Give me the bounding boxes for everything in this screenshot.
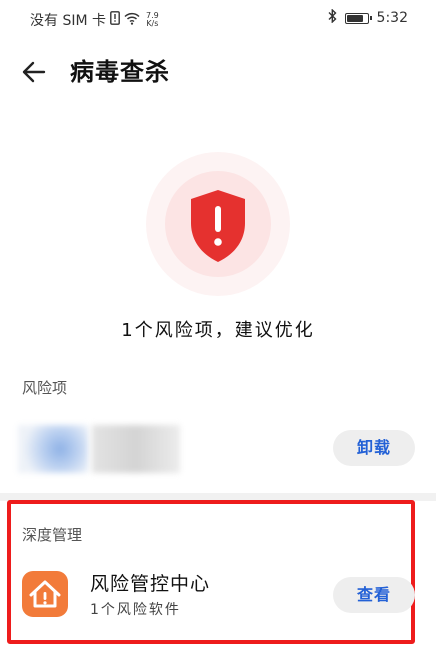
risk-shield-graphic bbox=[146, 152, 290, 296]
status-right: 5:32 bbox=[328, 8, 408, 27]
deep-management-highlight-box bbox=[7, 500, 415, 644]
risk-software-count: 1个风险软件 bbox=[90, 602, 181, 618]
risk-summary-text: 1个风险项，建议优化 bbox=[121, 320, 315, 341]
battery-fill bbox=[346, 14, 363, 22]
clock-time: 5:32 bbox=[376, 10, 408, 26]
page-title: 病毒查杀 bbox=[70, 58, 170, 86]
view-button[interactable]: 查看 bbox=[333, 577, 415, 613]
blurred-app-name bbox=[92, 425, 180, 473]
risk-control-center-app-icon[interactable] bbox=[22, 571, 68, 617]
risk-control-center-name: 风险管控中心 bbox=[90, 573, 211, 595]
deep-management-section-title: 深度管理 bbox=[22, 526, 83, 544]
risk-items-section-title: 风险项 bbox=[22, 379, 68, 397]
blurred-app-icon bbox=[18, 425, 88, 473]
virus-scan-page: 没有 SIM 卡 7.9 K/s 5:32 病毒查杀 1个风险项，建议优化 风险… bbox=[0, 0, 436, 667]
carrier-text: 没有 SIM 卡 bbox=[30, 13, 106, 29]
net-speed: 7.9 K/s bbox=[146, 12, 159, 28]
status-left: 没有 SIM 卡 7.9 K/s bbox=[30, 10, 159, 30]
battery-icon bbox=[344, 12, 372, 24]
wifi-icon bbox=[124, 12, 140, 29]
house-warning-icon bbox=[29, 580, 61, 608]
app-header: 病毒查杀 bbox=[0, 50, 436, 94]
back-arrow-icon bbox=[22, 61, 46, 83]
warning-shield-icon bbox=[146, 152, 290, 296]
bluetooth-icon bbox=[328, 8, 337, 27]
uninstall-button[interactable]: 卸载 bbox=[333, 430, 415, 466]
back-button[interactable] bbox=[18, 56, 50, 88]
sim-alert-icon bbox=[110, 11, 120, 29]
net-speed-unit: K/s bbox=[146, 19, 159, 28]
status-bar: 没有 SIM 卡 7.9 K/s 5:32 bbox=[0, 0, 436, 36]
